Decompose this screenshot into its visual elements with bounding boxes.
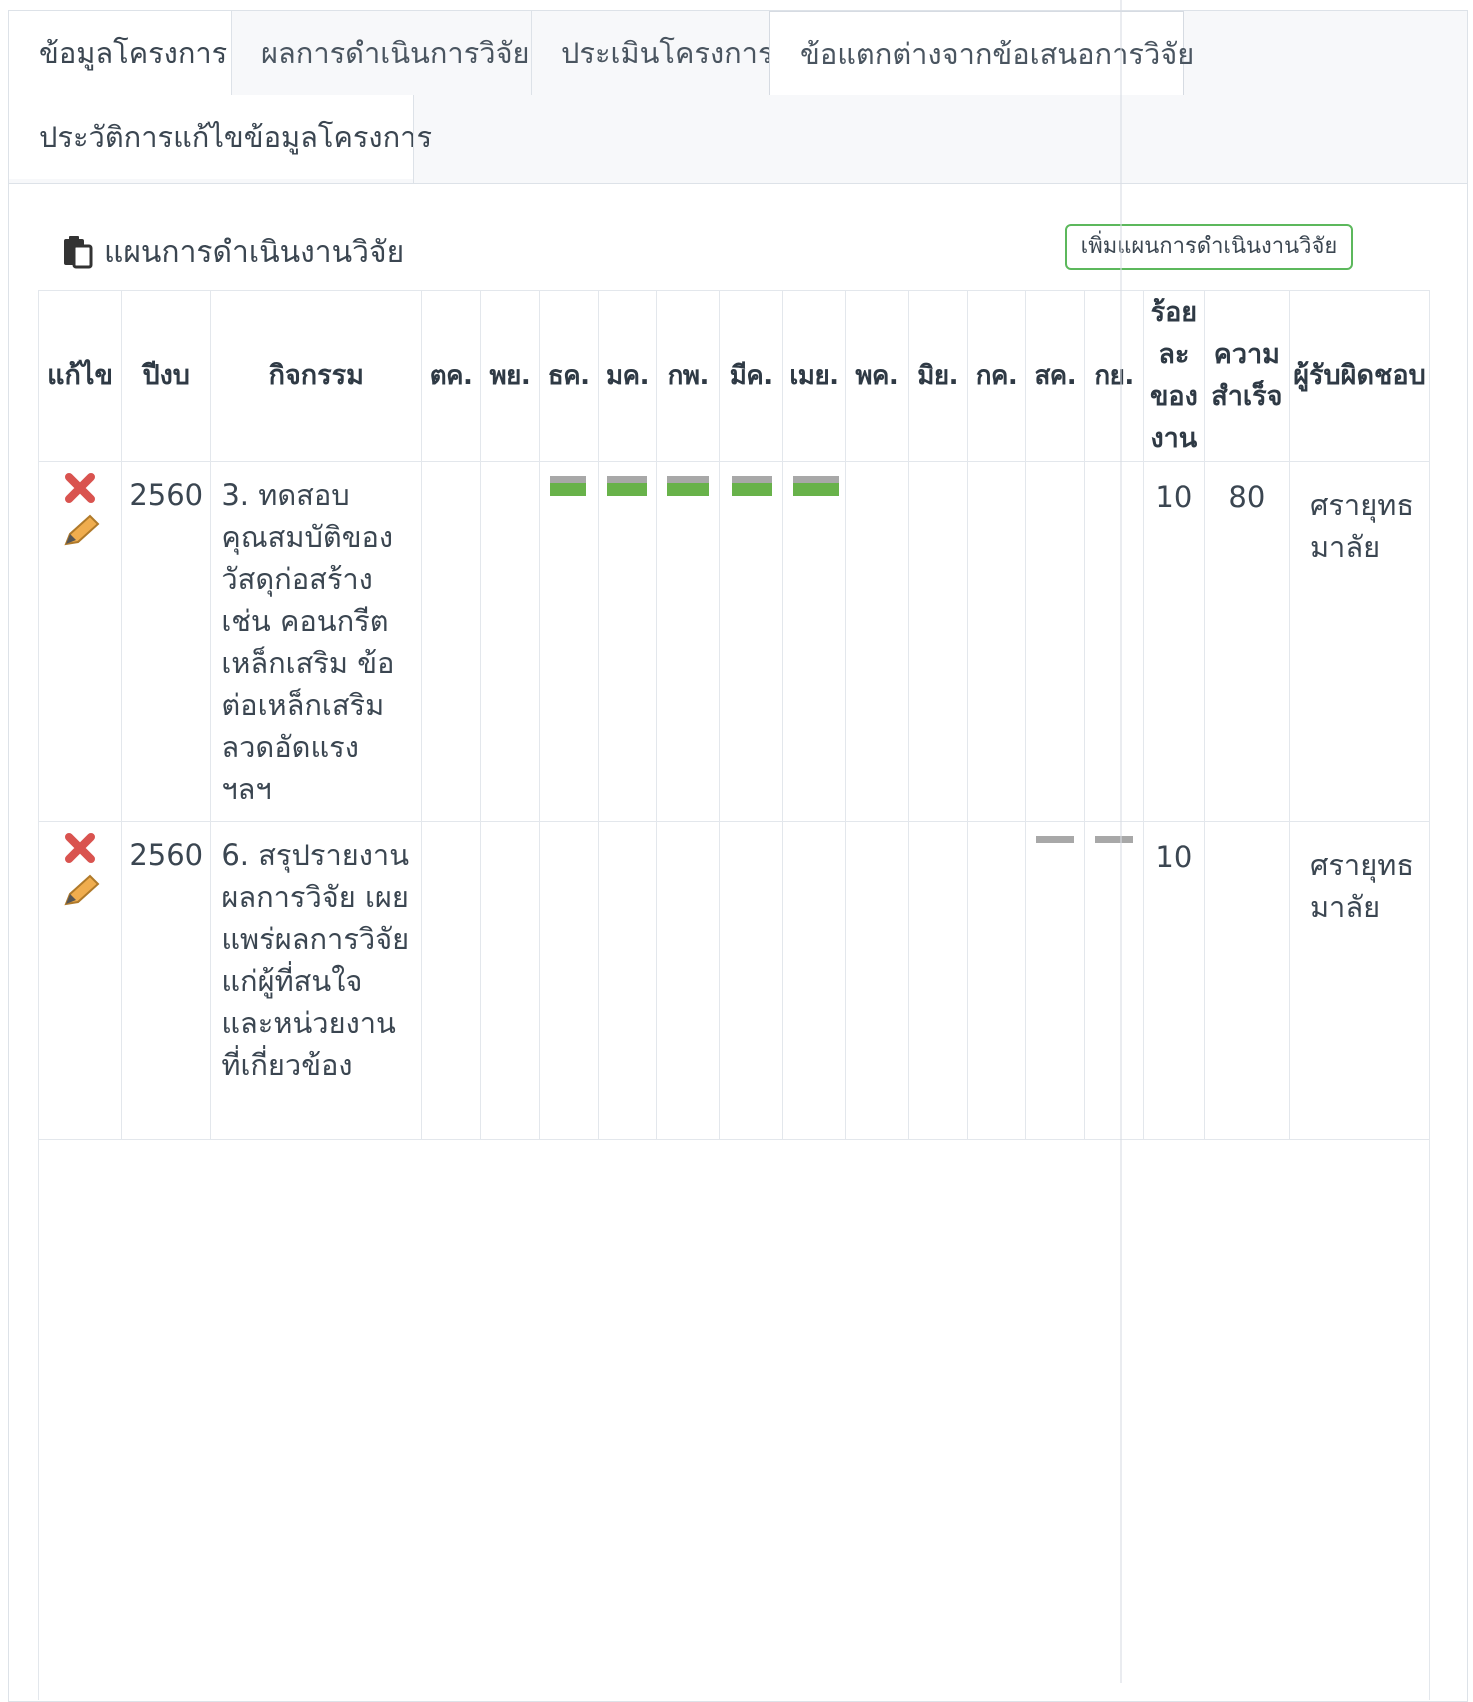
tab-divider (413, 95, 414, 183)
month-cell (844, 461, 909, 822)
header-edit: แก้ไข (37, 290, 123, 462)
row-year: 2560 (121, 821, 212, 1140)
header-success: ความสำเร็จ (1203, 290, 1290, 462)
month-cell (1084, 821, 1144, 1140)
month-cell (966, 821, 1027, 1140)
row-responsible: ศรายุทธ มาลัย (1288, 461, 1431, 822)
month-cell (656, 821, 721, 1140)
month-cell (719, 461, 784, 822)
header-year: ปีงบ (121, 290, 212, 462)
month-cell (597, 461, 658, 822)
progress-bar-planned (1095, 836, 1134, 858)
tab-project-info[interactable]: ข้อมูลโครงการ (9, 11, 231, 95)
month-cell (719, 821, 784, 1140)
header-month: สค. (1025, 290, 1086, 462)
header-month: เมย. (782, 290, 846, 462)
month-cell (1025, 821, 1086, 1140)
month-cell (538, 821, 599, 1140)
progress-bar-done (549, 476, 586, 498)
month-cell (480, 821, 540, 1140)
month-cell (1084, 461, 1144, 822)
month-cell (656, 461, 721, 822)
edit-pencil-icon[interactable] (60, 514, 100, 559)
header-month: กค. (966, 290, 1027, 462)
section-header: แผนการดำเนินงานวิจัย (60, 228, 404, 276)
month-cell (782, 821, 846, 1140)
progress-bar-done (793, 476, 840, 498)
month-cell (844, 821, 909, 1140)
header-month: มิย. (907, 290, 968, 462)
header-month: พย. (480, 290, 540, 462)
progress-bar-done (732, 476, 773, 498)
table-row: 2560 6. สรุปรายงานผลการวิจัย เผยแพร่ผลกา… (37, 821, 1431, 1140)
header-month: ตค. (421, 290, 481, 462)
table-header-row: แก้ไข ปีงบ กิจกรรม ตค. พย. ธค. มค. กพ. ม… (37, 290, 1431, 462)
month-cell (421, 461, 481, 822)
scan-line-artifact (1120, 0, 1122, 1683)
tab-research-results[interactable]: ผลการดำเนินการวิจัย (231, 11, 531, 95)
header-month: กย. (1084, 290, 1144, 462)
progress-bar-planned (1036, 836, 1075, 858)
header-activity: กิจกรรม (210, 290, 423, 462)
row-success (1203, 821, 1290, 1140)
empty-cell (38, 1139, 1430, 1700)
header-month: มค. (597, 290, 658, 462)
header-month: ธค. (538, 290, 599, 462)
month-cell (421, 821, 481, 1140)
tab-edit-history[interactable]: ประวัติการแก้ไขข้อมูลโครงการ (9, 95, 432, 179)
month-cell (907, 821, 968, 1140)
table-row: 2560 3. ทดสอบคุณสมบัติของวัสดุก่อสร้าง เ… (37, 461, 1431, 822)
row-success: 80 (1203, 461, 1290, 822)
delete-icon[interactable] (63, 832, 97, 874)
row-actions (37, 821, 123, 1140)
row-responsible: ศรายุทธ มาลัย (1288, 821, 1431, 1140)
tab-project-evaluation[interactable]: ประเมินโครงการ (531, 11, 774, 95)
header-month: มีค. (719, 290, 784, 462)
clipboard-icon (60, 235, 94, 269)
month-cell (1025, 461, 1086, 822)
row-activity: 6. สรุปรายงานผลการวิจัย เผยแพร่ผลการวิจั… (210, 821, 423, 1140)
section-title: แผนการดำเนินงานวิจัย (104, 234, 405, 270)
progress-bar-done (606, 476, 647, 498)
row-year: 2560 (121, 461, 212, 822)
month-cell (538, 461, 599, 822)
header-responsible: ผู้รับผิดชอบ (1288, 290, 1431, 462)
row-activity: 3. ทดสอบคุณสมบัติของวัสดุก่อสร้าง เช่น ค… (210, 461, 423, 822)
row-percent: 10 (1142, 821, 1205, 1140)
month-cell (966, 461, 1027, 822)
row-actions (37, 461, 123, 822)
delete-icon[interactable] (63, 472, 97, 514)
row-percent: 10 (1142, 461, 1205, 822)
header-month: พค. (844, 290, 909, 462)
edit-pencil-icon[interactable] (60, 874, 100, 919)
progress-bar-done (667, 476, 710, 498)
header-month: กพ. (656, 290, 721, 462)
research-plan-table: แก้ไข ปีงบ กิจกรรม ตค. พย. ธค. มค. กพ. ม… (37, 290, 1431, 1700)
month-cell (782, 461, 846, 822)
header-percent: ร้อยละของงาน (1142, 290, 1205, 462)
table-empty-area (38, 1139, 1430, 1700)
add-research-plan-button[interactable]: เพิ่มแผนการดำเนินงานวิจัย (1065, 224, 1353, 270)
month-cell (480, 461, 540, 822)
month-cell (597, 821, 658, 1140)
month-cell (907, 461, 968, 822)
tab-bar: ข้อมูลโครงการ ผลการดำเนินการวิจัย ประเมิ… (9, 11, 1467, 184)
